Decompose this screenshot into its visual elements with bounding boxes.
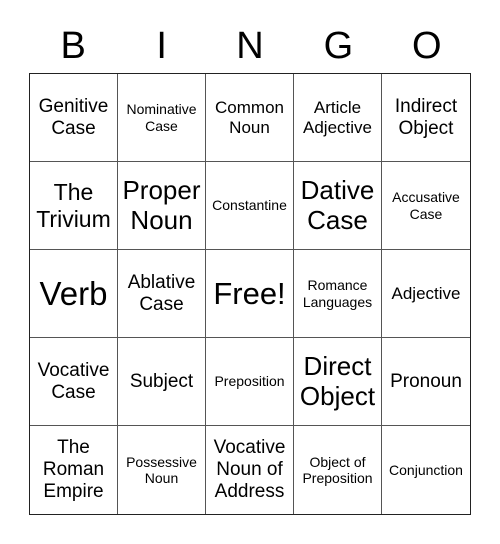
- bingo-cell[interactable]: Constantine: [206, 162, 294, 250]
- bingo-cell[interactable]: Direct Object: [294, 338, 382, 426]
- bingo-cell[interactable]: Vocative Noun of Address: [206, 426, 294, 514]
- bingo-cell[interactable]: The Roman Empire: [30, 426, 118, 514]
- bingo-cell[interactable]: Common Noun: [206, 74, 294, 162]
- bingo-cell[interactable]: Verb: [30, 250, 118, 338]
- bingo-cell[interactable]: Nominative Case: [118, 74, 206, 162]
- bingo-cell[interactable]: Romance Languages: [294, 250, 382, 338]
- bingo-cell[interactable]: Proper Noun: [118, 162, 206, 250]
- header-letter-o: O: [412, 24, 442, 67]
- free-space-cell[interactable]: Free!: [206, 250, 294, 338]
- bingo-cell[interactable]: Pronoun: [382, 338, 470, 426]
- bingo-cell[interactable]: Conjunction: [382, 426, 470, 514]
- bingo-cell[interactable]: Adjective: [382, 250, 470, 338]
- header-letter-b: B: [60, 24, 86, 67]
- bingo-cell[interactable]: Subject: [118, 338, 206, 426]
- bingo-board: Genitive Case Nominative Case Common Nou…: [29, 73, 471, 515]
- bingo-cell[interactable]: Article Adjective: [294, 74, 382, 162]
- bingo-cell[interactable]: Object of Preposition: [294, 426, 382, 514]
- bingo-cell[interactable]: Vocative Case: [30, 338, 118, 426]
- bingo-cell[interactable]: Accusative Case: [382, 162, 470, 250]
- bingo-cell[interactable]: The Trivium: [30, 162, 118, 250]
- bingo-cell[interactable]: Ablative Case: [118, 250, 206, 338]
- header-letter-g: G: [323, 24, 354, 67]
- bingo-header: B I N G O: [29, 18, 471, 73]
- bingo-cell[interactable]: Dative Case: [294, 162, 382, 250]
- bingo-cell[interactable]: Possessive Noun: [118, 426, 206, 514]
- bingo-cell[interactable]: Genitive Case: [30, 74, 118, 162]
- header-letter-n: N: [236, 24, 264, 67]
- bingo-cell[interactable]: Preposition: [206, 338, 294, 426]
- bingo-cell[interactable]: Indirect Object: [382, 74, 470, 162]
- header-letter-i: I: [156, 24, 167, 67]
